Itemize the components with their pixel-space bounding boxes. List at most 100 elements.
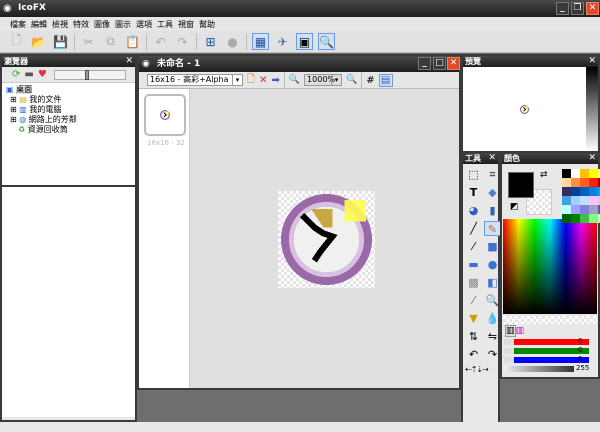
doc-minimize-button[interactable]: _ [418, 57, 431, 70]
icon-canvas[interactable] [278, 191, 375, 288]
color-swatch[interactable] [580, 187, 589, 196]
tree-item-desktop[interactable]: ▣ 桌面 [6, 85, 135, 95]
color-picker-icon[interactable]: ⁄ [465, 293, 482, 308]
pencil-tool-icon[interactable]: ✎ [484, 221, 501, 236]
color-swatch[interactable] [589, 178, 598, 187]
drive-icon[interactable]: ▬ [24, 69, 33, 80]
color-swatch[interactable] [562, 214, 571, 223]
color-swatch[interactable] [580, 169, 589, 178]
refresh-icon[interactable]: ⟳ [12, 69, 20, 80]
minimize-button[interactable]: _ [556, 2, 569, 15]
satellite-icon[interactable]: ✈ [274, 33, 291, 50]
zoom-panel-icon[interactable]: 🔍 [318, 33, 335, 50]
color-swatch[interactable] [571, 214, 580, 223]
cut-icon[interactable]: ✂ [80, 33, 97, 50]
favorites-heart-icon[interactable]: ♥ [38, 69, 47, 80]
color-swatch[interactable] [571, 178, 580, 187]
blur-tool-icon[interactable]: 💧 [484, 311, 501, 326]
browser-panel-icon[interactable]: ▦ [252, 33, 269, 50]
line-tool-icon[interactable]: ⁄ [465, 239, 482, 254]
menu-tools[interactable]: 工具 [156, 17, 174, 32]
color-swatch[interactable] [589, 169, 598, 178]
fill-tool-icon[interactable]: ◕ [465, 203, 482, 218]
default-colors-icon[interactable]: ◩ [510, 202, 519, 212]
tree-item-recycle-bin[interactable]: ♻ 資源回收筒 [6, 125, 135, 135]
zoom-select[interactable]: 1000% ▾ [304, 74, 343, 86]
brush-tool-icon[interactable]: ╱ [465, 221, 482, 236]
paste-icon[interactable]: 📋 [124, 33, 141, 50]
menu-icon[interactable]: 圖示 [114, 17, 132, 32]
thumbnail-size-slider[interactable] [53, 69, 126, 80]
color-swatch[interactable] [580, 205, 589, 214]
color-swatch[interactable] [589, 196, 598, 205]
color-swatch[interactable] [562, 169, 571, 178]
format-select[interactable]: 16x16 - 高彩+Alpha ▾ [147, 74, 243, 86]
menu-options[interactable]: 選項 [135, 17, 153, 32]
pattern-tool-icon[interactable]: ▩ [465, 275, 482, 290]
close-icon[interactable]: ✕ [588, 56, 596, 67]
redo-icon[interactable]: ↷ [174, 33, 191, 50]
undo-icon[interactable]: ↶ [152, 33, 169, 50]
zoom-in-icon[interactable]: 🔍 [346, 75, 357, 85]
text-tool-icon[interactable]: T [465, 185, 482, 200]
restore-button[interactable]: ❐ [571, 2, 584, 15]
gradient-tool-icon[interactable]: ◧ [484, 275, 501, 290]
rounded-rect-tool-icon[interactable]: ▬ [465, 257, 482, 272]
color-swatch[interactable] [571, 169, 580, 178]
menu-window[interactable]: 視窗 [177, 17, 195, 32]
close-icon[interactable]: ✕ [588, 153, 596, 164]
tree-item-my-computer[interactable]: ⊞ ▥ 我的電腦 [6, 105, 135, 115]
close-icon[interactable]: ✕ [488, 153, 496, 164]
smudge-tool-icon[interactable]: ⇋ [484, 329, 501, 344]
tree-item-network[interactable]: ⊞ ◍ 網路上的芳鄰 [6, 115, 135, 125]
tree-item-my-documents[interactable]: ⊞ ▤ 我的文件 [6, 95, 135, 105]
dodge-tool-icon[interactable]: ⇅ [465, 329, 482, 344]
rectangle-tool-icon[interactable]: ■ [484, 239, 501, 254]
image-thumbnail[interactable] [144, 94, 186, 136]
color-swatch[interactable] [589, 214, 598, 223]
red-slider[interactable] [504, 339, 589, 345]
swap-colors-icon[interactable]: ⇄ [540, 170, 548, 180]
close-icon[interactable]: ✕ [125, 56, 133, 67]
green-slider[interactable] [504, 348, 589, 354]
color-swatch[interactable] [571, 196, 580, 205]
menu-effects[interactable]: 特效 [72, 17, 90, 32]
rotate-left-icon[interactable]: ↶ [465, 347, 482, 362]
color-swatch[interactable] [562, 205, 571, 214]
apple-icon[interactable]: ● [224, 33, 241, 50]
alpha-slider[interactable] [504, 366, 574, 372]
color-swatch[interactable] [562, 178, 571, 187]
menu-image[interactable]: 圖像 [93, 17, 111, 32]
zoom-out-icon[interactable]: 🔍 [289, 75, 300, 85]
burn-tool-icon[interactable]: ▼ [465, 311, 482, 326]
ellipse-tool-icon[interactable]: ● [484, 257, 501, 272]
doc-close-button[interactable]: ✕ [447, 57, 460, 70]
color-swatch[interactable] [562, 187, 571, 196]
open-folder-icon[interactable]: 📂 [30, 33, 47, 50]
zoom-tool-icon[interactable]: 🔍 [484, 293, 501, 308]
move-arrows-icon[interactable]: ⇠⇡⇣⇢ [463, 365, 498, 374]
convert-image-icon[interactable]: ➡ [271, 75, 279, 86]
preview-panel-icon[interactable]: ▣ [296, 33, 313, 50]
selection-tool-icon[interactable]: ⬚ [465, 167, 482, 182]
close-button[interactable]: ✕ [586, 2, 599, 15]
thumbnail-view-icon[interactable]: ▤ [378, 73, 393, 87]
spray-tool-icon[interactable]: ▮ [484, 203, 501, 218]
doc-maximize-button[interactable]: □ [433, 57, 446, 70]
save-icon[interactable]: 💾 [52, 33, 69, 50]
alpha-strip[interactable] [503, 316, 597, 324]
color-swatch[interactable] [571, 205, 580, 214]
delete-image-icon[interactable]: ✕ [259, 75, 267, 86]
color-spectrum[interactable] [503, 219, 597, 314]
color-swatch[interactable] [580, 214, 589, 223]
blue-slider[interactable] [504, 357, 589, 363]
color-swatch[interactable] [589, 187, 598, 196]
preview-background-palette[interactable] [586, 67, 598, 151]
color-swatch[interactable] [589, 205, 598, 214]
windows-icon[interactable]: ⊞ [202, 33, 219, 50]
color-swatch[interactable] [580, 178, 589, 187]
menu-view[interactable]: 檢視 [51, 17, 69, 32]
crop-tool-icon[interactable]: ⌗ [484, 167, 501, 182]
color-swatch[interactable] [580, 196, 589, 205]
new-file-icon[interactable]: 🗋 [8, 33, 25, 50]
